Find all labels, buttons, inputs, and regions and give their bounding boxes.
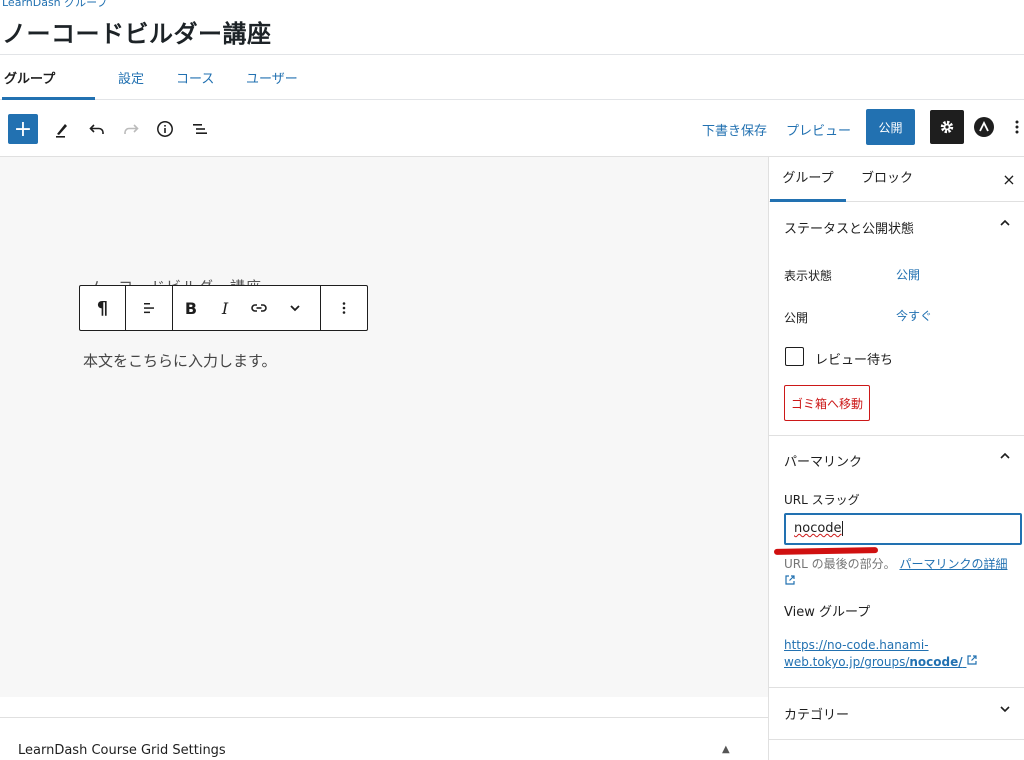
italic-button[interactable]: I xyxy=(209,286,241,330)
metabox-toggle-icon[interactable]: ▲ xyxy=(722,744,730,755)
permalink-panel-toggle[interactable]: パーマリンク xyxy=(769,436,1024,482)
paragraph-block[interactable]: 本文をこちらに入力します。 xyxy=(83,350,277,371)
astra-settings-button[interactable] xyxy=(974,117,994,137)
editor-canvas[interactable] xyxy=(0,157,768,697)
text-cursor xyxy=(841,521,843,536)
sidebar-tab-group[interactable]: グループ xyxy=(770,157,846,202)
tab-users[interactable]: ユーザー xyxy=(246,55,298,100)
panel-divider xyxy=(769,687,1024,688)
chevron-down-icon xyxy=(999,702,1011,718)
sidebar-tabs: グループ ブロック × xyxy=(769,157,1024,202)
pending-review-label[interactable]: レビュー待ち xyxy=(815,349,893,368)
paragraph-icon[interactable]: ¶ xyxy=(80,286,125,330)
view-url-base: https://no-code.hanami-web.tokyo.jp/grou… xyxy=(784,638,929,669)
info-icon xyxy=(157,121,173,137)
canvas-gap xyxy=(0,697,768,717)
more-vertical-icon xyxy=(1015,120,1019,134)
status-panel-toggle[interactable]: ステータスと公開状態 xyxy=(769,203,1024,249)
chevron-down-icon xyxy=(290,305,300,312)
tag-panel-title: タグ xyxy=(784,756,810,760)
external-link-icon[interactable] xyxy=(784,575,796,589)
view-group-label: View グループ xyxy=(784,605,871,620)
slug-help-prefix: URL の最後の部分。 xyxy=(784,557,896,571)
sidebar-tab-block[interactable]: ブロック xyxy=(853,157,921,202)
tag-panel-toggle[interactable]: タグ xyxy=(769,741,1024,760)
list-view-icon xyxy=(193,124,207,134)
permalink-panel-title: パーマリンク xyxy=(784,455,863,470)
block-type-group: ¶ xyxy=(80,286,126,330)
panel-divider xyxy=(769,739,1024,740)
publish-date-button[interactable]: 今すぐ xyxy=(896,307,932,324)
alignment-group xyxy=(126,286,173,330)
block-toolbar: ¶ B I xyxy=(79,285,368,331)
redo-button[interactable] xyxy=(117,114,145,144)
settings-button[interactable] xyxy=(930,110,964,144)
chevron-up-icon xyxy=(999,449,1011,465)
publish-button[interactable]: 公開 xyxy=(866,109,915,145)
admin-tabs: グループ page 設定 コース ユーザー xyxy=(0,55,1024,137)
undo-button[interactable] xyxy=(83,114,111,144)
url-slug-value: nocode xyxy=(794,521,842,536)
visibility-value-button[interactable]: 公開 xyxy=(896,266,920,283)
pencil-icon xyxy=(56,124,67,138)
breadcrumb[interactable]: LearnDash グループ xyxy=(2,0,108,10)
visibility-label: 表示状態 xyxy=(784,269,833,283)
permalink-docs-link[interactable]: パーマリンクの詳細 xyxy=(899,557,1007,571)
format-group: B I xyxy=(173,286,321,330)
metabox-title[interactable]: LearnDash Course Grid Settings xyxy=(18,743,226,758)
list-view-button[interactable] xyxy=(186,114,214,144)
options-group xyxy=(321,286,367,330)
tab-courses[interactable]: コース xyxy=(176,55,214,100)
more-formats-button[interactable] xyxy=(277,286,313,330)
settings-sidebar: グループ ブロック × ステータスと公開状態 表示状態 公開 公開 今すぐ レビ… xyxy=(768,157,1024,760)
course-grid-metabox: LearnDash Course Grid Settings ▲ xyxy=(0,717,768,760)
url-slug-label: URL スラッグ xyxy=(784,493,860,507)
link-icon xyxy=(251,304,267,312)
bold-button[interactable]: B xyxy=(173,286,209,330)
tab-settings[interactable]: 設定 xyxy=(118,55,144,100)
details-button[interactable] xyxy=(151,114,179,144)
status-panel-title: ステータスと公開状態 xyxy=(784,222,915,237)
move-to-trash-button[interactable]: ゴミ箱へ移動 xyxy=(784,385,870,421)
editor-page: LearnDash グループ ノーコードビルダー講座 グループ page 設定 … xyxy=(0,0,1024,760)
options-button[interactable] xyxy=(1010,116,1024,138)
gear-icon xyxy=(940,120,954,134)
external-link-icon xyxy=(966,655,978,669)
page-title: ノーコードビルダー講座 xyxy=(2,20,272,48)
view-url-slug: nocode/ xyxy=(909,655,963,669)
undo-icon xyxy=(89,124,104,134)
url-slug-input[interactable]: nocode xyxy=(784,513,1022,545)
block-options-button[interactable] xyxy=(321,286,367,330)
preview-button[interactable]: プレビュー xyxy=(786,118,851,140)
redo-icon xyxy=(124,124,139,134)
publish-date-label: 公開 xyxy=(784,311,809,325)
more-vertical-icon xyxy=(342,302,346,314)
block-inserter-button[interactable]: + xyxy=(8,114,38,144)
link-button[interactable] xyxy=(241,286,277,330)
tab-group-page[interactable]: グループ page xyxy=(2,55,95,137)
slug-help-text: URL の最後の部分。 パーマリンクの詳細 xyxy=(784,555,1020,591)
save-draft-button[interactable]: 下書き保存 xyxy=(702,118,767,140)
edit-tools-button[interactable] xyxy=(48,114,76,144)
view-group-link[interactable]: https://no-code.hanami-web.tokyo.jp/grou… xyxy=(784,637,1016,671)
close-sidebar-button[interactable]: × xyxy=(999,169,1019,189)
align-button[interactable] xyxy=(126,286,172,330)
pending-review-checkbox[interactable] xyxy=(785,347,804,366)
chevron-up-icon xyxy=(999,216,1011,232)
align-left-icon xyxy=(144,303,154,314)
astra-logo-icon xyxy=(979,121,989,132)
category-panel-toggle[interactable]: カテゴリー xyxy=(769,689,1024,735)
category-panel-title: カテゴリー xyxy=(784,708,850,723)
